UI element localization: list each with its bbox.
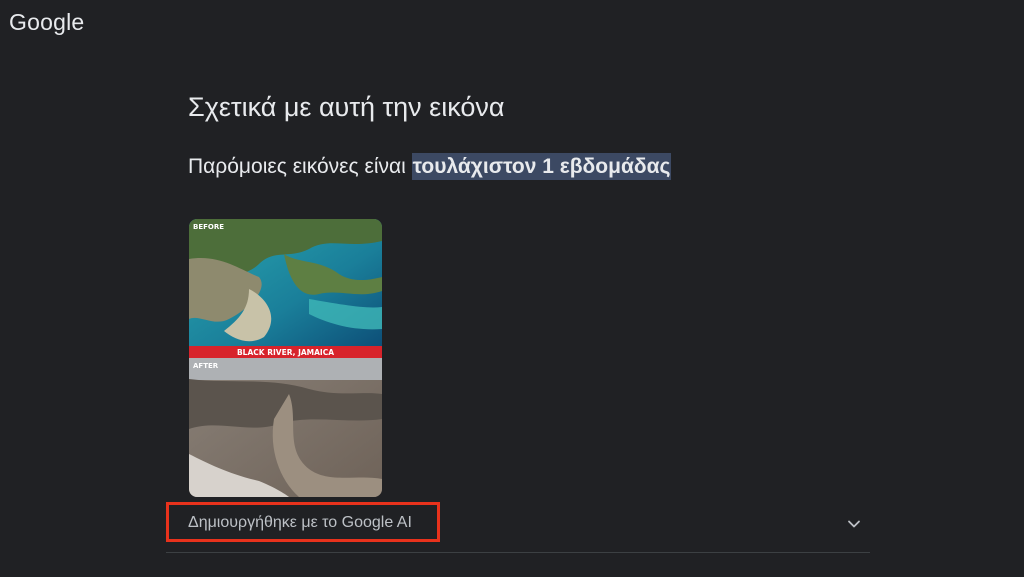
before-after-image: BEFORE BLACK RIVER, JAMAICA AFTER — [189, 219, 382, 497]
similar-images-info: Παρόμοιες εικόνες είναι τουλάχιστον 1 εβ… — [188, 153, 672, 180]
ai-generated-section[interactable]: Δημιουργήθηκε με το Google AI — [166, 502, 870, 553]
page: Google Σχετικά με αυτή την εικόνα Παρόμο… — [0, 0, 1024, 577]
chevron-down-icon[interactable] — [846, 516, 862, 532]
similar-images-age: τουλάχιστον 1 εβδομάδας — [411, 153, 672, 180]
google-logo[interactable]: Google — [9, 9, 84, 36]
location-banner: BLACK RIVER, JAMAICA — [237, 348, 334, 357]
after-label: AFTER — [193, 362, 219, 370]
similar-images-prefix: Παρόμοιες εικόνες είναι — [188, 155, 412, 178]
page-title: Σχετικά με αυτή την εικόνα — [188, 92, 505, 122]
image-thumbnail[interactable]: BEFORE BLACK RIVER, JAMAICA AFTER — [189, 219, 382, 497]
before-label: BEFORE — [193, 223, 224, 231]
ai-generated-label: Δημιουργήθηκε με το Google AI — [188, 514, 412, 531]
